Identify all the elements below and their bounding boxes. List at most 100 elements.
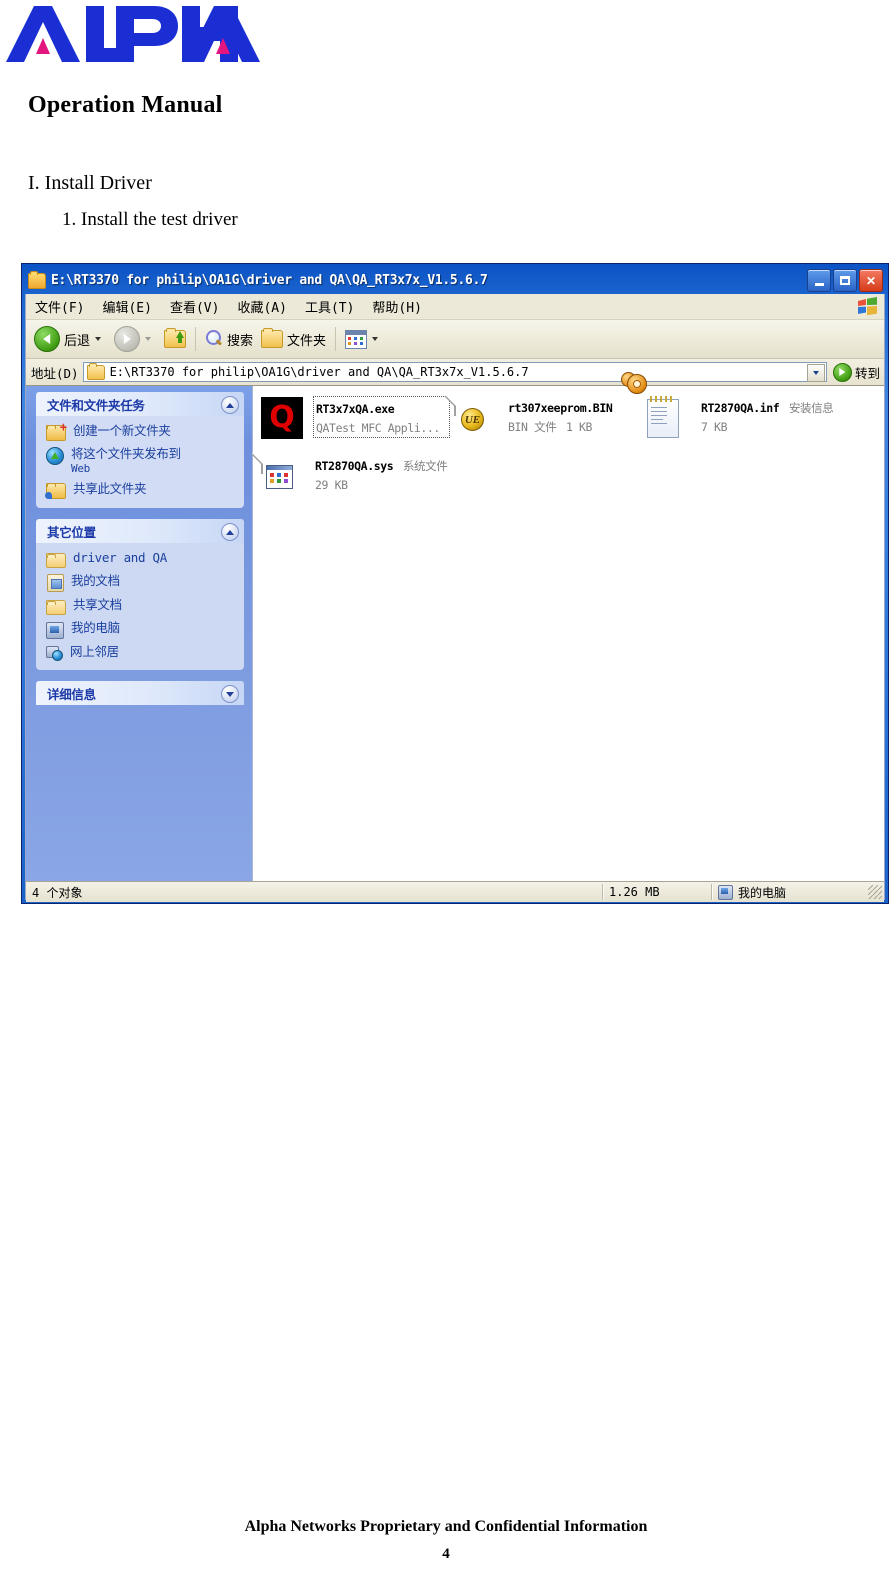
back-label: 后退 — [64, 333, 91, 349]
task-label: 共享此文件夹 — [73, 481, 147, 496]
task-create-new-folder[interactable]: 创建一个新文件夹 — [46, 422, 236, 441]
new-folder-icon — [46, 422, 67, 441]
forward-button — [110, 323, 160, 355]
file-item-exe[interactable]: Q RT3x7xQA.exe QATest MFC Appli... — [259, 394, 452, 444]
file-name: RT2870QA.inf — [701, 401, 780, 415]
go-icon — [832, 362, 852, 382]
status-location: 我的电脑 — [712, 884, 868, 901]
folders-label: 文件夹 — [287, 333, 327, 349]
address-folder-icon — [86, 362, 105, 380]
back-button[interactable]: 后退 — [30, 323, 110, 355]
place-my-documents[interactable]: 我的文档 — [46, 573, 236, 592]
panel-title: 详细信息 — [47, 686, 96, 702]
go-button[interactable]: 转到 — [832, 362, 880, 382]
file-item-inf[interactable]: RT2870QA.inf 安装信息 7 KB — [621, 372, 838, 444]
task-label: 创建一个新文件夹 — [73, 423, 171, 438]
window-frame: E:\RT3370 for philip\OA1G\driver and QA\… — [22, 264, 888, 903]
chevron-up-icon[interactable] — [221, 523, 239, 541]
window-title: E:\RT3370 for philip\OA1G\driver and QA\… — [51, 273, 488, 288]
go-label: 转到 — [854, 365, 880, 381]
status-location-label: 我的电脑 — [738, 885, 787, 900]
bin-ue-icon: UE — [454, 395, 500, 442]
file-type: BIN 文件 — [508, 420, 557, 434]
forward-dropdown-icon — [145, 337, 152, 341]
resize-grip[interactable] — [868, 885, 882, 899]
place-label: 我的文档 — [71, 573, 120, 588]
menu-item-favorites[interactable]: 收藏(A) — [228, 295, 295, 318]
panel-header-other-places[interactable]: 其它位置 — [36, 519, 244, 543]
up-button[interactable] — [160, 323, 190, 355]
file-type: QATest MFC Appli... — [316, 421, 440, 435]
menu-item-tools[interactable]: 工具(T) — [296, 295, 363, 318]
status-object-count: 4 个对象 — [32, 885, 83, 900]
file-label: RT3x7xQA.exe QATest MFC Appli... — [313, 396, 450, 438]
menu-item-view[interactable]: 查看(V) — [161, 295, 228, 318]
file-list[interactable]: Q RT3x7xQA.exe QATest MFC Appli... UE rt… — [252, 372, 884, 881]
share-folder-icon — [45, 483, 66, 499]
file-row: RT2870QA.sys 系统文件 29 KB — [259, 452, 884, 510]
address-label: 地址(D) — [31, 365, 79, 381]
place-driver-and-qa[interactable]: driver and QA — [46, 550, 236, 568]
panel-header-details[interactable]: 详细信息 — [36, 681, 244, 705]
panel-file-folder-tasks: 文件和文件夹任务 创建一个新文件夹 将这个文件夹发布到 — [36, 392, 244, 508]
place-my-computer[interactable]: 我的电脑 — [46, 620, 236, 639]
file-name: rt307xeeprom.BIN — [508, 401, 613, 415]
menu-item-edit[interactable]: 编辑(E) — [93, 295, 160, 318]
file-item-sys[interactable]: RT2870QA.sys 系统文件 29 KB — [259, 452, 452, 502]
minimize-button[interactable] — [807, 269, 831, 292]
search-icon — [205, 330, 223, 348]
address-input[interactable]: E:\RT3370 for philip\OA1G\driver and QA\… — [82, 362, 827, 382]
search-button[interactable]: 搜索 — [201, 323, 257, 355]
chevron-up-icon[interactable] — [221, 396, 239, 414]
back-arrow-icon — [34, 326, 60, 352]
task-pane: 文件和文件夹任务 创建一个新文件夹 将这个文件夹发布到 — [26, 386, 252, 881]
panel-title: 其它位置 — [47, 524, 96, 540]
close-button[interactable]: ✕ — [859, 269, 883, 292]
window-client-area: 文件(F) 编辑(E) 查看(V) 收藏(A) 工具(T) 帮助(H) 后退 搜… — [25, 294, 885, 902]
windows-flag-icon — [856, 296, 878, 316]
up-folder-icon — [164, 328, 187, 348]
my-computer-icon — [46, 622, 64, 639]
views-button[interactable] — [341, 323, 387, 355]
explorer-window: E:\RT3370 for philip\OA1G\driver and QA\… — [21, 263, 889, 904]
toolbar: 后退 搜索 文件夹 — [26, 320, 884, 359]
address-dropdown-button[interactable] — [806, 364, 825, 382]
folders-icon — [261, 328, 284, 348]
place-label: driver and QA — [73, 550, 167, 565]
alpha-logo — [4, 4, 260, 64]
place-label: 网上邻居 — [70, 644, 119, 659]
folder-icon — [28, 270, 46, 289]
maximize-button[interactable] — [833, 269, 857, 292]
file-size: 29 KB — [315, 478, 348, 492]
folders-button[interactable]: 文件夹 — [257, 323, 330, 355]
task-share-this-folder[interactable]: 共享此文件夹 — [45, 481, 236, 499]
place-shared-documents[interactable]: 共享文档 — [46, 597, 236, 615]
menu-bar: 文件(F) 编辑(E) 查看(V) 收藏(A) 工具(T) 帮助(H) — [26, 294, 884, 320]
file-row: Q RT3x7xQA.exe QATest MFC Appli... UE rt… — [259, 372, 884, 452]
search-label: 搜索 — [227, 333, 254, 349]
chevron-down-icon[interactable] — [221, 685, 239, 703]
task-label: 将这个文件夹发布到 Web — [71, 446, 181, 476]
menu-item-file[interactable]: 文件(F) — [26, 295, 93, 318]
page-title: Operation Manual — [28, 92, 223, 118]
back-dropdown-icon[interactable] — [95, 337, 102, 341]
file-label: RT2870QA.inf 安装信息 7 KB — [699, 396, 836, 436]
sys-file-icon — [261, 453, 307, 500]
window-titlebar[interactable]: E:\RT3370 for philip\OA1G\driver and QA\… — [25, 267, 885, 294]
section-subitem: 1. Install the test driver — [62, 209, 238, 230]
menu-item-help[interactable]: 帮助(H) — [363, 295, 430, 318]
exe-q-icon: Q — [261, 396, 307, 442]
globe-icon — [46, 447, 64, 465]
panel-header-file-folder-tasks[interactable]: 文件和文件夹任务 — [36, 392, 244, 416]
my-documents-icon — [47, 574, 64, 592]
window-controls: ✕ — [807, 269, 883, 292]
place-network-neighborhood[interactable]: 网上邻居 — [46, 644, 236, 661]
panel-body-other-places: driver and QA 我的文档 共享文档 我的电脑 网上邻居 — [36, 543, 244, 670]
panel-title: 文件和文件夹任务 — [47, 397, 145, 413]
views-dropdown-icon[interactable] — [372, 337, 379, 341]
file-label: RT2870QA.sys 系统文件 29 KB — [313, 454, 450, 494]
file-size: 7 KB — [701, 420, 728, 434]
file-name: RT2870QA.sys — [315, 459, 394, 473]
task-publish-folder-to-web[interactable]: 将这个文件夹发布到 Web — [46, 446, 236, 476]
file-item-bin[interactable]: UE rt307xeeprom.BIN BIN 文件 1 KB — [452, 394, 645, 444]
